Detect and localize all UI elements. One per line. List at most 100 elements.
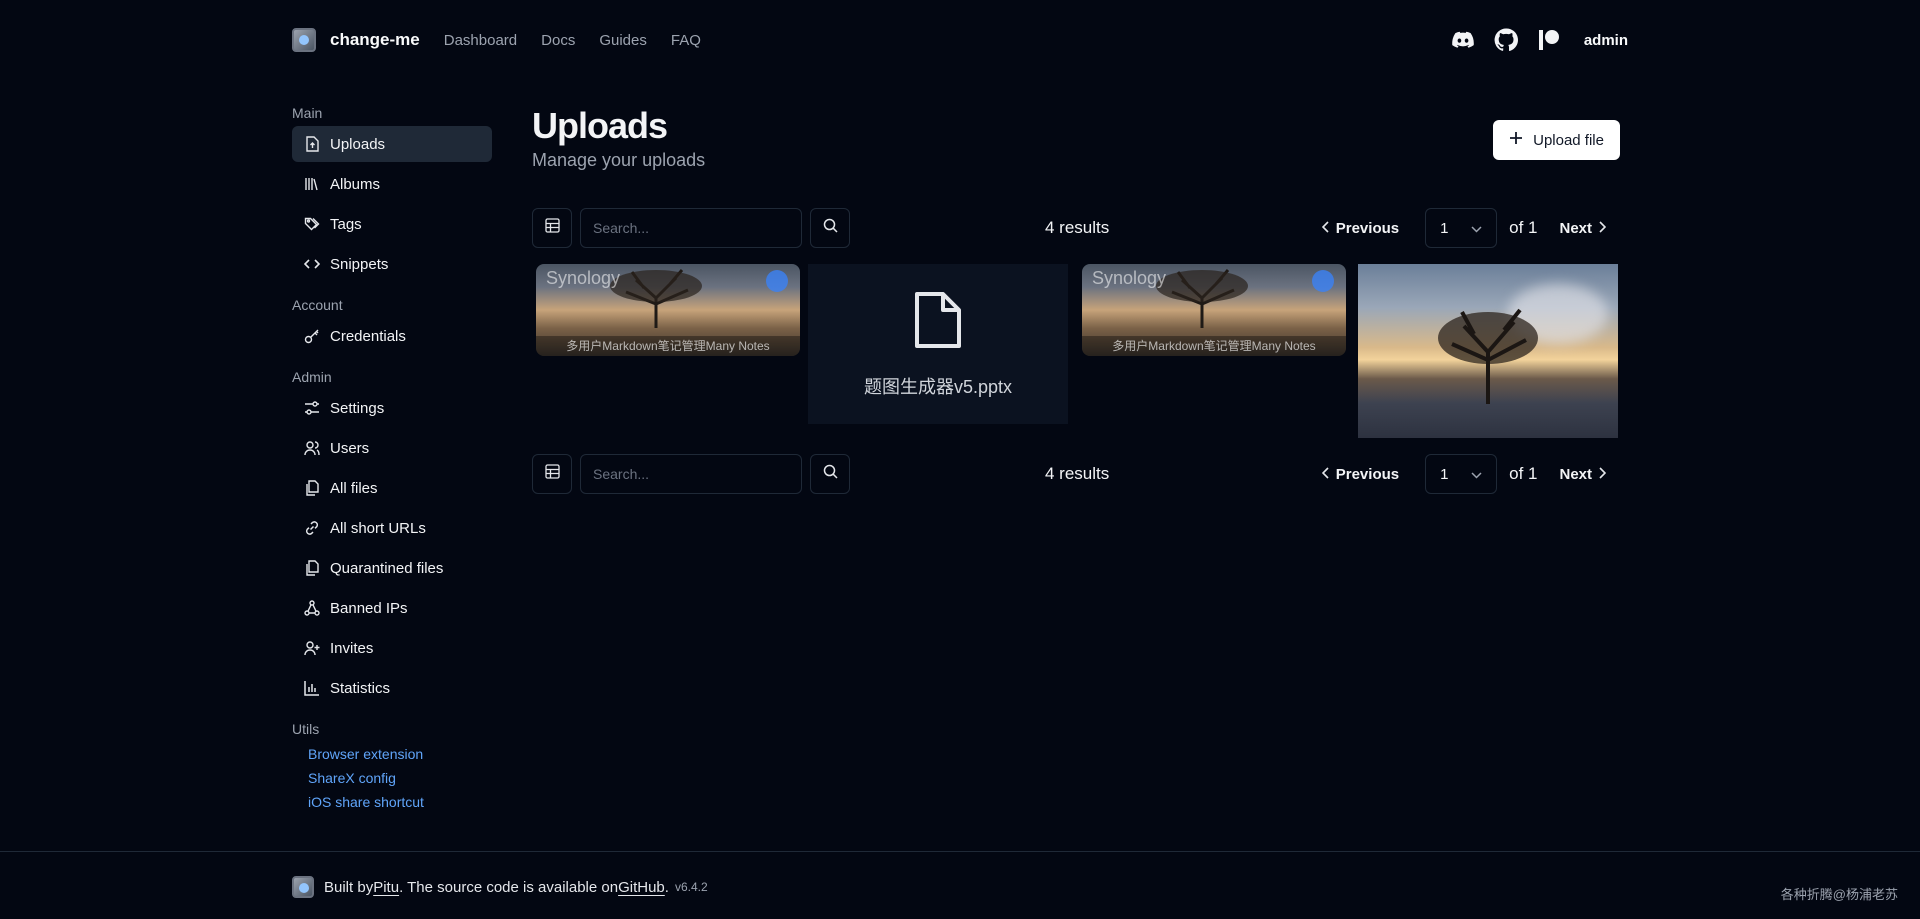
sidebar-item-albums[interactable]: Albums (292, 166, 492, 202)
image-watermark: Synology (546, 268, 621, 288)
page-title: Uploads (532, 105, 668, 146)
patreon-icon[interactable] (1538, 29, 1560, 51)
file-name: 题图生成器v5.pptx (863, 376, 1013, 397)
page-select-value: 1 (1440, 219, 1449, 237)
sidebar-item-label: Quarantined files (330, 559, 444, 577)
page-total: of 1 (1509, 218, 1538, 237)
sidebar-section-title: Main (292, 105, 323, 121)
watermark-credit: 各种折腾@杨浦老苏 (1780, 887, 1898, 902)
footer-built-by: Built by (324, 878, 374, 896)
previous-page-button[interactable]: Previous (1312, 466, 1409, 483)
files-icon (304, 560, 320, 576)
top-navbar: change-me Dashboard Docs Guides FAQ admi… (292, 0, 1628, 80)
github-link[interactable]: GitHub (618, 879, 665, 896)
tree-silhouette (1438, 308, 1538, 404)
chevron-right-icon (1598, 466, 1607, 483)
sidebar-item-label: All files (330, 479, 378, 497)
nav-link-guides[interactable]: Guides (599, 32, 647, 49)
github-icon[interactable] (1494, 28, 1518, 52)
view-toggle-button[interactable] (532, 208, 572, 248)
chevron-left-icon (1321, 466, 1330, 483)
file-grid: Synology 多用户Markdown笔记管理Many Notes 题图生成器… (532, 264, 1620, 440)
sidebar-section-account: Account Credentials (292, 292, 492, 354)
sidebar-item-all-files[interactable]: All files (292, 470, 492, 506)
previous-label: Previous (1335, 219, 1400, 237)
page-select[interactable]: 1 (1425, 454, 1498, 494)
sidebar-item-users[interactable]: Users (292, 430, 492, 466)
table-icon (544, 218, 560, 238)
footer-logo (292, 876, 314, 898)
next-page-button[interactable]: Next (1549, 220, 1616, 237)
version-label: v6.4.2 (674, 880, 708, 894)
sidebar-item-label: Users (330, 439, 370, 457)
sidebar-item-label: All short URLs (330, 519, 426, 537)
sidebar-item-label: Banned IPs (330, 599, 408, 617)
next-label: Next (1559, 219, 1592, 237)
sidebar-item-tags[interactable]: Tags (292, 206, 492, 242)
chart-icon (304, 680, 320, 696)
search-button[interactable] (810, 454, 850, 494)
sidebar-item-settings[interactable]: Settings (292, 390, 492, 426)
results-count: 4 results (1045, 464, 1110, 483)
sidebar-item-credentials[interactable]: Credentials (292, 318, 492, 354)
nav-links: Dashboard Docs Guides FAQ (444, 32, 701, 49)
sidebar-item-statistics[interactable]: Statistics (292, 670, 492, 706)
search-input[interactable] (580, 208, 802, 248)
next-page-button[interactable]: Next (1549, 466, 1616, 483)
file-tile-photo[interactable] (1358, 264, 1618, 438)
file-tile-document[interactable]: 题图生成器v5.pptx (808, 264, 1068, 424)
main-content: Uploads Manage your uploads Upload file … (532, 100, 1620, 494)
footer-text: Built by Pitu . The source code is avail… (292, 876, 708, 898)
sidebar-item-invites[interactable]: Invites (292, 630, 492, 666)
files-icon (304, 480, 320, 496)
browser-extension-link[interactable]: Browser extension (308, 742, 492, 766)
nav-link-docs[interactable]: Docs (541, 32, 575, 49)
footer-period: . (664, 878, 669, 896)
previous-page-button[interactable]: Previous (1312, 220, 1409, 237)
ios-share-shortcut-link[interactable]: iOS share shortcut (308, 790, 492, 814)
footer-source-text: . The source code is available on (399, 878, 619, 896)
sidebar-item-label: Settings (330, 399, 385, 417)
sidebar-item-all-short-urls[interactable]: All short URLs (292, 510, 492, 546)
view-toggle-button[interactable] (532, 454, 572, 494)
sidebar: Main Uploads Albums Tags Snippets Accoun… (292, 100, 492, 814)
next-label: Next (1559, 465, 1592, 483)
discord-icon[interactable] (1452, 31, 1474, 49)
file-tile-image[interactable]: Synology 多用户Markdown笔记管理Many Notes (1082, 264, 1346, 356)
library-icon (304, 176, 320, 192)
chevron-down-icon (1471, 220, 1482, 237)
brand-logo[interactable] (292, 28, 316, 52)
search-icon (823, 218, 838, 238)
sharex-config-link[interactable]: ShareX config (308, 766, 492, 790)
key-icon (304, 328, 320, 344)
sidebar-item-label: Tags (330, 215, 362, 233)
pagination: Previous 1 of 1 Next (1312, 454, 1616, 494)
pagination: Previous 1 of 1 Next (1312, 208, 1616, 248)
sidebar-item-label: Statistics (330, 679, 391, 697)
image-badge (1312, 270, 1334, 292)
nav-link-faq[interactable]: FAQ (671, 32, 701, 49)
sidebar-item-label: Credentials (330, 327, 406, 345)
nav-link-dashboard[interactable]: Dashboard (444, 32, 517, 49)
search-button[interactable] (810, 208, 850, 248)
sidebar-item-label: Uploads (330, 135, 386, 153)
sidebar-item-uploads[interactable]: Uploads (292, 126, 492, 162)
upload-file-button[interactable]: Upload file (1493, 120, 1620, 160)
link-icon (304, 520, 320, 536)
sidebar-item-banned-ips[interactable]: Banned IPs (292, 590, 492, 626)
sidebar-item-snippets[interactable]: Snippets (292, 246, 492, 282)
brand-name[interactable]: change-me (330, 30, 420, 50)
page-select[interactable]: 1 (1425, 208, 1498, 248)
sidebar-section-title: Account (292, 297, 343, 313)
sidebar-item-label: Albums (330, 175, 381, 193)
chevron-down-icon (1471, 466, 1482, 483)
sidebar-item-quarantined-files[interactable]: Quarantined files (292, 550, 492, 586)
search-input[interactable] (580, 454, 802, 494)
file-icon (913, 290, 963, 355)
user-menu[interactable]: admin (1584, 32, 1628, 49)
file-tile-image[interactable]: Synology 多用户Markdown笔记管理Many Notes (536, 264, 800, 356)
file-upload-icon (304, 136, 320, 152)
author-link[interactable]: Pitu (373, 879, 399, 896)
users-icon (304, 440, 320, 456)
image-watermark: Synology (1092, 268, 1167, 288)
